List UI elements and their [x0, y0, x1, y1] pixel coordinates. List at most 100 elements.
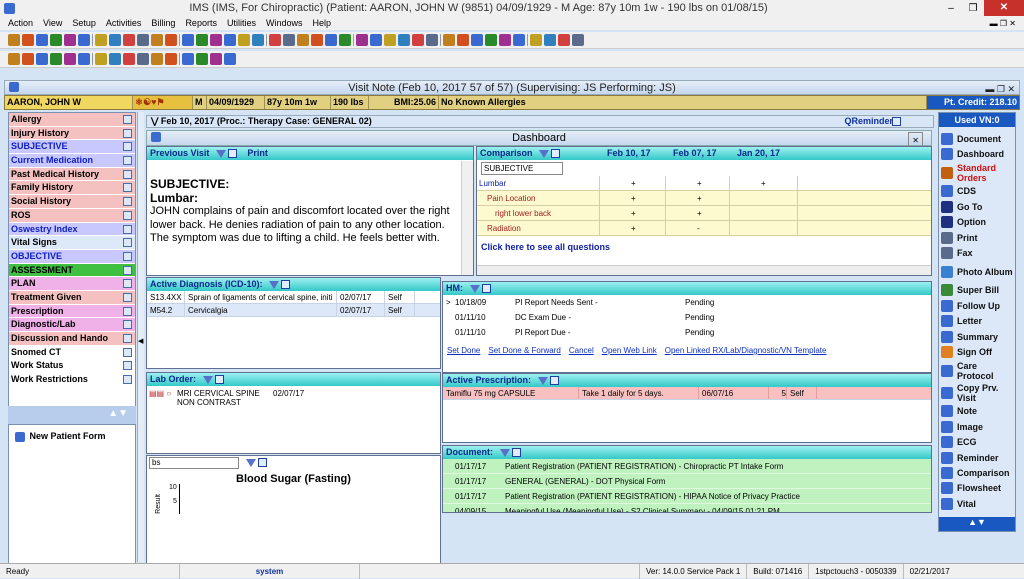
- template-icon[interactable]: [123, 142, 132, 152]
- nav-item-assessment[interactable]: ASSESSMENT: [9, 263, 135, 278]
- toolbar-button-icon[interactable]: [499, 34, 511, 46]
- template-icon[interactable]: [123, 210, 132, 220]
- hm-row[interactable]: 01/11/10 DC Exam Due - Pending: [443, 310, 931, 325]
- splitter-arrow-icon[interactable]: ◀: [138, 337, 143, 345]
- nav-item-prescription[interactable]: Prescription: [9, 304, 135, 319]
- toolbar-button-icon[interactable]: [269, 34, 281, 46]
- toolbar-button-icon[interactable]: [8, 34, 20, 46]
- action-copy-prv-visit[interactable]: Copy Prv. Visit: [939, 382, 1015, 404]
- toolbar-button-icon[interactable]: [530, 34, 542, 46]
- document-row[interactable]: 01/17/17 GENERAL (GENERAL) - DOT Physical…: [443, 474, 931, 489]
- filter-icon[interactable]: [537, 376, 548, 385]
- see-all-questions-link[interactable]: Click here to see all questions: [477, 242, 931, 252]
- toolbar-button-icon[interactable]: [572, 34, 584, 46]
- nav-item-discussion-and-hando[interactable]: Discussion and Hando: [9, 332, 135, 346]
- nav-item-family-history[interactable]: Family History: [9, 181, 135, 196]
- menu-view[interactable]: View: [43, 18, 62, 28]
- menu-help[interactable]: Help: [312, 18, 331, 28]
- template-icon[interactable]: [123, 292, 132, 302]
- panel-toggle-icon[interactable]: [227, 149, 237, 159]
- nav-item-past-medical-history[interactable]: Past Medical History: [9, 167, 135, 182]
- panel-toggle-icon[interactable]: [214, 375, 224, 385]
- toolbar-button-icon[interactable]: [109, 53, 121, 65]
- toolbar-button-icon[interactable]: [123, 34, 135, 46]
- comparison-hscrollbar[interactable]: [477, 265, 931, 275]
- nav-item-oswestry-index[interactable]: Oswestry Index: [9, 222, 135, 237]
- template-icon[interactable]: [123, 183, 132, 193]
- template-icon[interactable]: [123, 361, 132, 371]
- toolbar-button-icon[interactable]: [50, 34, 62, 46]
- panel-toggle-icon[interactable]: [481, 284, 491, 294]
- action-flowsheet[interactable]: Flowsheet: [939, 481, 1015, 496]
- filter-icon[interactable]: [499, 448, 510, 457]
- template-icon[interactable]: [123, 320, 132, 330]
- template-icon[interactable]: [123, 265, 132, 275]
- action-fax[interactable]: Fax: [939, 245, 1015, 260]
- toolbar-button-icon[interactable]: [384, 34, 396, 46]
- comparison-row[interactable]: Pain Location + +: [477, 191, 931, 206]
- toolbar-button-icon[interactable]: [182, 53, 194, 65]
- toolbar-button-icon[interactable]: [182, 34, 194, 46]
- action-comparison[interactable]: Comparison: [939, 465, 1015, 480]
- toolbar-button-icon[interactable]: [485, 34, 497, 46]
- document-row[interactable]: 04/09/15 Meaningful Use (Meaningful Use) …: [443, 504, 931, 512]
- bs-select[interactable]: bs: [149, 457, 239, 469]
- toolbar-button-icon[interactable]: [513, 34, 525, 46]
- hm-link-set-done-forward[interactable]: Set Done & Forward: [488, 346, 560, 355]
- document-row[interactable]: 01/17/17 Patient Registration (PATIENT RE…: [443, 459, 931, 474]
- template-icon[interactable]: [123, 334, 132, 343]
- mdi-window-buttons[interactable]: ▬ ❐ ✕: [990, 19, 1024, 28]
- print-link[interactable]: Print: [247, 148, 268, 158]
- action-super-bill[interactable]: Super Bill: [939, 283, 1015, 298]
- action-ecg[interactable]: ECG: [939, 434, 1015, 449]
- panel-toggle-icon[interactable]: [257, 458, 267, 468]
- comparison-select[interactable]: SUBJECTIVE: [481, 162, 563, 175]
- action-summary[interactable]: Summary: [939, 329, 1015, 344]
- action-photo-album[interactable]: Photo Album: [939, 261, 1015, 283]
- template-icon[interactable]: [123, 224, 132, 234]
- toolbar-button-icon[interactable]: [95, 53, 107, 65]
- toolbar-button-icon[interactable]: [165, 53, 177, 65]
- toolbar-button-icon[interactable]: [36, 53, 48, 65]
- template-icon[interactable]: [123, 306, 132, 316]
- action-note[interactable]: Note: [939, 404, 1015, 419]
- hm-row[interactable]: 01/11/10 PI Report Due - Pending: [443, 325, 931, 340]
- toolbar-button-icon[interactable]: [370, 34, 382, 46]
- action-image[interactable]: Image: [939, 419, 1015, 434]
- left-nav-scroll[interactable]: ▲▼: [8, 406, 136, 424]
- action-option[interactable]: Option: [939, 215, 1015, 230]
- scroll-arrows-icon[interactable]: ▲▼: [108, 408, 128, 419]
- toolbar-button-icon[interactable]: [8, 53, 20, 65]
- nav-item-ros[interactable]: ROS: [9, 208, 135, 223]
- template-icon[interactable]: [123, 238, 132, 248]
- toolbar-button-icon[interactable]: [283, 34, 295, 46]
- left-splitter[interactable]: ◀: [137, 112, 144, 562]
- toolbar-button-icon[interactable]: [339, 34, 351, 46]
- toolbar-button-icon[interactable]: [457, 34, 469, 46]
- nav-item-social-history[interactable]: Social History: [9, 195, 135, 209]
- toolbar-button-icon[interactable]: [78, 53, 90, 65]
- template-icon[interactable]: [123, 375, 132, 385]
- menu-reports[interactable]: Reports: [185, 18, 217, 28]
- filter-icon[interactable]: [469, 284, 480, 293]
- diagnosis-row[interactable]: S13.4XX Sprain of ligaments of cervical s…: [147, 291, 440, 304]
- nav-item-plan[interactable]: PLAN: [9, 277, 135, 291]
- toolbar-button-icon[interactable]: [22, 53, 34, 65]
- nav-item-vital-signs[interactable]: Vital Signs: [9, 236, 135, 250]
- patient-name[interactable]: AARON, JOHN W: [5, 96, 133, 109]
- toolbar-button-icon[interactable]: [471, 34, 483, 46]
- toolbar-button-icon[interactable]: [22, 34, 34, 46]
- toolbar-button-icon[interactable]: [356, 34, 368, 46]
- toolbar-button-icon[interactable]: [297, 34, 309, 46]
- panel-toggle-icon[interactable]: [511, 448, 521, 458]
- template-icon[interactable]: [123, 128, 132, 138]
- expand-icon[interactable]: ⋁: [151, 116, 161, 126]
- toolbar-button-icon[interactable]: [311, 34, 323, 46]
- nav-item-subjective[interactable]: SUBJECTIVE: [9, 140, 135, 155]
- comparison-row[interactable]: Radiation + -: [477, 221, 931, 236]
- toolbar-button-icon[interactable]: [558, 34, 570, 46]
- hm-link-cancel[interactable]: Cancel: [569, 346, 594, 355]
- toolbar-button-icon[interactable]: [123, 53, 135, 65]
- reminder-label[interactable]: QReminder: [844, 116, 893, 127]
- lab-order-row[interactable]: ▤▤ ○ MRI CERVICAL SPINE NON CONTRAST 02/07…: [147, 386, 440, 410]
